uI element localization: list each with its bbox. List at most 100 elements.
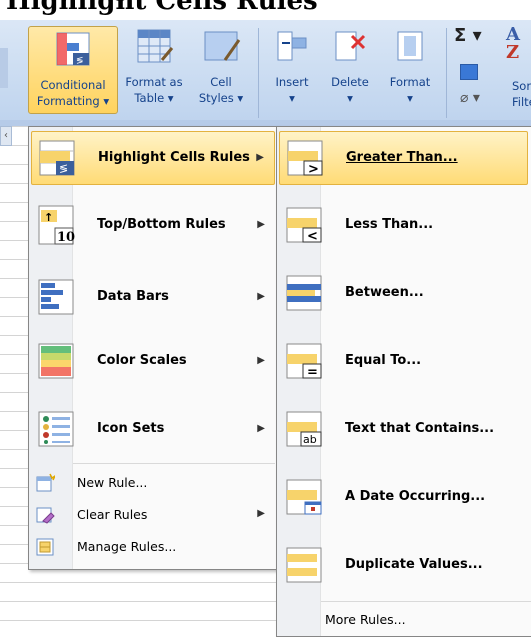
format-cells-icon — [397, 31, 423, 61]
top-bottom-icon: ↑ 10 — [38, 205, 75, 245]
highlight-cells-rules-submenu: > Greater Than... < Less Than... Between… — [276, 126, 531, 637]
submenu-arrow-icon: ▶ — [257, 291, 265, 302]
submenu-item-less-than[interactable]: < Less Than... — [279, 199, 528, 253]
svg-text:<: < — [307, 229, 318, 244]
svg-text:≶: ≶ — [76, 56, 84, 66]
insert-cells-icon — [277, 31, 307, 61]
highlight-cells-icon: ≶ — [39, 140, 75, 176]
clear-rules-label: Clear Rules — [77, 507, 148, 522]
data-bars-icon — [38, 279, 74, 315]
icon-sets-label: Icon Sets — [97, 421, 165, 436]
svg-text:10: 10 — [57, 230, 75, 245]
submenu-item-more-rules[interactable]: More Rules... — [279, 605, 528, 633]
ribbon-left-edge — [0, 48, 8, 88]
new-rule-label: New Rule... — [77, 475, 148, 490]
format-as-table-line2: Table ▾ — [134, 91, 174, 105]
conditional-formatting-menu: ≶ Highlight Cells Rules ▶ ↑ 10 Top/Botto… — [28, 126, 278, 570]
ribbon-separator — [258, 28, 259, 118]
format-line1: Format — [389, 75, 431, 89]
heading-suffix: and — [12, 0, 61, 2]
format-as-table-button[interactable]: Format as Table ▾ — [122, 26, 186, 106]
sigma-icon: Σ — [454, 25, 467, 46]
ribbon: ≶ Conditional Formatting ▾ Format as Tab… — [0, 20, 531, 126]
clear-rules-icon — [36, 507, 55, 524]
submenu-separator — [321, 601, 531, 602]
new-rule-icon — [36, 473, 55, 492]
greater-than-label: Greater Than... — [346, 150, 458, 165]
submenu-item-date-occurring[interactable]: A Date Occurring... — [279, 471, 528, 525]
format-button[interactable]: Format ▾ — [382, 26, 438, 106]
autosum-button[interactable]: Σ ▾ — [454, 25, 482, 46]
sort-label: Sor — [512, 79, 531, 93]
cell-styles-button[interactable]: Cell Styles ▾ — [190, 26, 252, 106]
scroll-left-icon[interactable]: ‹ — [0, 126, 12, 146]
fill-icon[interactable] — [460, 64, 478, 80]
svg-text:ab: ab — [303, 433, 317, 446]
menu-item-data-bars[interactable]: Data Bars ▶ — [31, 271, 275, 325]
submenu-arrow-icon: ▶ — [256, 152, 264, 163]
svg-text:=: = — [307, 365, 318, 380]
text-contains-label: Text that Contains... — [345, 421, 495, 436]
more-rules-label: More Rules... — [325, 612, 406, 627]
less-than-label: Less Than... — [345, 217, 434, 232]
delete-button[interactable]: Delete ▾ — [324, 26, 376, 106]
cell-styles-icon — [204, 31, 241, 61]
manage-rules-icon — [36, 538, 54, 556]
duplicate-values-label: Duplicate Values... — [345, 557, 483, 572]
ribbon-separator — [446, 28, 447, 118]
svg-text:>: > — [308, 162, 319, 177]
menu-item-clear-rules[interactable]: Clear Rules ▶ — [31, 501, 275, 529]
conditional-formatting-line2: Formatting ▾ — [36, 94, 110, 108]
submenu-item-between[interactable]: Between... — [279, 267, 528, 321]
clear-icon[interactable]: ⌀ ▾ — [460, 90, 480, 106]
submenu-item-equal-to[interactable]: = Equal To... — [279, 335, 528, 389]
highlight-cells-rules-label: Highlight Cells Rules — [98, 150, 250, 165]
svg-text:↑: ↑ — [44, 211, 53, 224]
menu-item-top-bottom-rules[interactable]: ↑ 10 Top/Bottom Rules ▶ — [31, 199, 275, 253]
submenu-item-duplicate-values[interactable]: Duplicate Values... — [279, 539, 528, 593]
submenu-item-greater-than[interactable]: > Greater Than... — [279, 131, 528, 185]
svg-text:≶: ≶ — [59, 162, 68, 175]
greater-than-icon: > — [287, 140, 323, 177]
between-icon — [286, 275, 322, 311]
sort-filter-button[interactable]: Sor Filte — [512, 78, 531, 110]
cell-styles-line1: Cell — [210, 75, 232, 89]
color-scales-icon — [38, 343, 74, 379]
heading-text: choosing Highlight Cells Rules and — [0, 0, 531, 20]
sort-filter-icon: AZ — [506, 24, 520, 63]
top-bottom-rules-label: Top/Bottom Rules — [97, 217, 226, 232]
format-as-table-icon — [137, 29, 174, 63]
menu-item-icon-sets[interactable]: Icon Sets ▶ — [31, 403, 275, 457]
format-as-table-line1: Format as — [125, 75, 183, 89]
submenu-arrow-icon: ▶ — [257, 508, 265, 519]
color-scales-label: Color Scales — [97, 353, 187, 368]
equal-to-label: Equal To... — [345, 353, 422, 368]
conditional-formatting-button[interactable]: ≶ Conditional Formatting ▾ — [28, 26, 118, 114]
format-line2: ▾ — [407, 91, 413, 105]
cell-styles-line2: Styles ▾ — [198, 91, 244, 105]
text-contains-icon: ab — [286, 411, 322, 447]
conditional-formatting-line1: Conditional — [40, 78, 106, 92]
data-bars-label: Data Bars — [97, 289, 169, 304]
date-occurring-label: A Date Occurring... — [345, 489, 486, 504]
submenu-item-text-contains[interactable]: ab Text that Contains... — [279, 403, 528, 457]
menu-item-new-rule[interactable]: New Rule... — [31, 469, 275, 497]
menu-item-highlight-cells-rules[interactable]: ≶ Highlight Cells Rules ▶ — [31, 131, 275, 185]
submenu-arrow-icon: ▶ — [257, 423, 265, 434]
less-than-icon: < — [286, 207, 322, 244]
manage-rules-label: Manage Rules... — [77, 539, 177, 554]
delete-line1: Delete — [331, 75, 369, 89]
submenu-arrow-icon: ▶ — [257, 219, 265, 230]
date-occurring-icon — [286, 479, 322, 515]
submenu-arrow-icon: ▶ — [257, 355, 265, 366]
menu-item-manage-rules[interactable]: Manage Rules... — [31, 533, 275, 561]
delete-cells-icon — [335, 31, 366, 61]
icon-sets-icon — [38, 411, 74, 447]
between-label: Between... — [345, 285, 424, 300]
menu-item-color-scales[interactable]: Color Scales ▶ — [31, 335, 275, 389]
duplicate-values-icon — [286, 547, 322, 583]
conditional-formatting-icon: ≶ — [56, 32, 90, 66]
insert-button[interactable]: Insert ▾ — [266, 26, 318, 106]
menu-separator — [73, 463, 275, 464]
insert-line1: Insert — [275, 75, 309, 89]
